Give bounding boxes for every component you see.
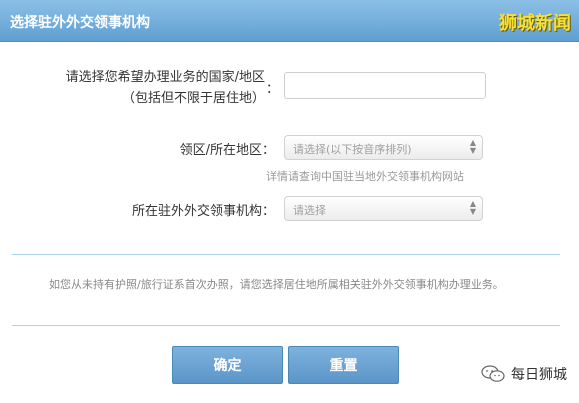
divider-bottom (12, 325, 560, 326)
country-label-line1: 请选择您希望办理业务的国家/地区 (65, 70, 265, 85)
divider-top (12, 254, 560, 255)
select-arrows-icon: ▲ ▼ (469, 199, 476, 216)
first-time-notice: 如您从未持有护照/旅行证系首次办照，请您选择居住地所属相关驻外外交领事机构办理业… (49, 278, 504, 291)
country-input[interactable] (284, 72, 486, 99)
district-select[interactable]: 请选择(以下按音序排列) ▲ ▼ (284, 135, 483, 160)
country-label-line2: （包括但不限于居住地） (121, 91, 265, 106)
district-label: 领区/所在地区： (179, 143, 275, 158)
consulate-select[interactable]: 请选择 ▲ ▼ (284, 196, 483, 221)
country-label-colon: ： (266, 82, 280, 97)
wechat-watermark: 每日狮城 (481, 364, 567, 384)
brand-logo: 狮城新闻 (499, 13, 571, 34)
confirm-button[interactable]: 确定 (172, 346, 283, 384)
wechat-account-name: 每日狮城 (511, 367, 567, 383)
dialog-header: 选择驻外外交领事机构 狮城新闻 (0, 0, 579, 42)
consulate-label: 所在驻外外交领事机构： (131, 204, 275, 219)
dialog-title: 选择驻外外交领事机构 (10, 15, 150, 31)
reset-button[interactable]: 重置 (288, 346, 399, 384)
district-hint: 详情请查询中国驻当地外交领事机构网站 (266, 170, 464, 183)
district-select-value: 请选择(以下按音序排列) (293, 143, 412, 156)
consulate-select-value: 请选择 (293, 204, 326, 217)
select-arrows-icon: ▲ ▼ (469, 138, 476, 155)
wechat-icon (481, 365, 505, 382)
